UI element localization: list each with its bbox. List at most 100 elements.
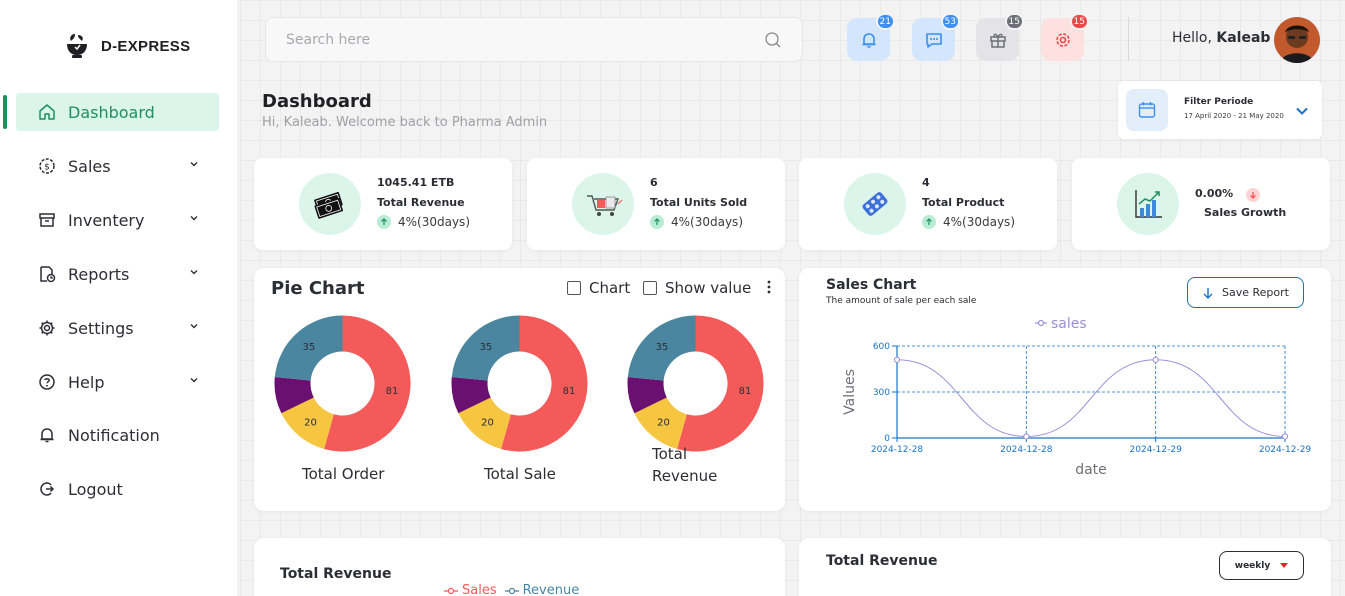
donut-slice-label: 35 [655,342,668,353]
y-tick-label: 300 [873,388,890,398]
checkbox-box[interactable] [567,281,581,295]
bell-icon [40,428,54,443]
report-icon [40,266,56,283]
calendar-icon-wrap [1126,89,1168,131]
checkbox-box[interactable] [643,281,657,295]
sales-chart-card: Sales Chart The amount of sale per each … [799,268,1331,511]
user-name: Kaleab [1216,30,1271,46]
gift-icon [989,33,1006,48]
donut-slice-label: 20 [481,417,494,428]
mortar-pestle-icon [67,34,87,58]
donut-label: Total Order [302,465,385,483]
legend-marker [1037,319,1045,327]
data-point[interactable] [1281,433,1289,440]
y-tick-label: 0 [884,434,890,444]
x-tick-label: 2024-12-29 [1259,445,1312,455]
sidebar-item-label: Dashboard [68,102,155,122]
stat-label: Total Revenue [377,196,465,209]
sidebar-item-label: Inventery [68,210,145,230]
messages-button[interactable]: 53 [912,13,960,61]
data-point[interactable] [1023,433,1030,440]
show-value-checkbox[interactable]: Show value [643,279,751,297]
page-title: Dashboard [262,91,372,112]
calendar-icon [1138,102,1156,118]
arrow-down-icon [1246,188,1260,202]
sidebar-item-label: Settings [68,318,134,338]
search-input[interactable] [286,31,764,48]
donut-chart-total-sale: 81 20 35 [451,315,588,452]
donut-slice-label: 81 [563,386,576,397]
x-axis-label: date [1075,462,1107,478]
brand-name: D-EXPRESS [101,37,191,55]
card-title: Pie Chart [271,278,365,299]
sidebar-item-inventory[interactable]: Inventery [16,201,219,239]
stat-value: 4 [922,176,930,189]
sales-line-chart: 0 300 600 2024-12-28 2024-12-28 2024-12-29 202… [842,316,1312,478]
cart-icon [587,195,623,216]
card-subtitle: The amount of sale per each sale [826,296,977,306]
message-icon [925,32,942,48]
stat-card-revenue: 1045.41 ETB Total Revenue 4%(30days) [254,158,512,250]
period-select[interactable]: weekly [1219,551,1304,580]
legend-marker-icon [504,587,519,594]
filter-title: Filter Periode [1184,97,1254,107]
sidebar-item-settings[interactable]: Settings [16,309,219,347]
stat-change: 4%(30days) [922,215,1015,229]
archive-icon [39,213,55,227]
card-title: Total Revenue [280,566,392,582]
filter-period-dropdown[interactable]: Filter Periode 17 April 2020 - 21 May 20… [1118,81,1322,139]
donut-label: Total Revenue [652,445,718,485]
legend-marker-icon [444,587,458,594]
chart-checkbox[interactable]: Chart [567,279,630,297]
sidebar-item-label: Reports [68,264,130,284]
donut-slice-label: 20 [657,417,670,428]
arrow-down-icon [1203,287,1213,299]
money-icon [314,191,344,219]
sidebar-item-label: Sales [68,156,111,176]
avatar[interactable] [1274,17,1320,63]
brand-logo[interactable]: D-EXPRESS [63,32,190,60]
logout-icon [40,482,55,496]
stat-value: 0.00% [1195,187,1234,200]
stat-card-sales-growth: 0.00% Sales Growth [1072,158,1330,250]
settings-button[interactable]: 15 [1041,13,1089,61]
caret-down-icon [1280,563,1289,568]
chart-legend[interactable]: sales [1035,316,1087,332]
donut-chart-total-revenue: 81 20 35 [627,315,764,452]
gifts-button[interactable]: 15 [976,13,1024,61]
sidebar: D-EXPRESS Dashboard $ Sales Inventery Re… [0,0,237,596]
save-report-button[interactable]: Save Report [1187,277,1304,308]
chevron-down-icon [190,162,198,167]
notifications-button[interactable]: 21 [847,13,895,61]
pie-chart-card: Pie Chart Chart Show value 81 20 35 81 20 35… [254,268,785,511]
donut-slice-label: 81 [386,386,399,397]
sidebar-item-reports[interactable]: Reports [16,255,219,293]
chevron-down-icon [190,216,198,221]
chevron-down-icon [190,270,198,275]
growth-chart-icon [1135,190,1162,218]
dollar-icon: $ [39,158,55,174]
gear-icon [39,320,55,336]
active-indicator [3,95,7,129]
chevron-down-icon [1296,107,1308,115]
chart-legend: Sales Revenue [444,583,579,596]
legend-item-revenue[interactable]: Revenue [504,583,579,596]
data-point[interactable] [1152,356,1159,363]
more-vertical-icon[interactable] [767,280,771,294]
search-icon[interactable] [764,31,782,49]
sidebar-item-notification[interactable]: Notification [16,416,219,454]
sidebar-item-dashboard[interactable]: Dashboard [16,93,219,131]
message-count-badge: 53 [940,13,960,30]
donut-slice-label: 35 [479,342,492,353]
sidebar-item-sales[interactable]: $ Sales [16,147,219,185]
legend-item-sales[interactable]: Sales [444,583,497,596]
stat-value: 6 [650,176,658,189]
svg-text:$: $ [44,163,50,173]
stat-label: Total Units Sold [650,196,748,209]
sidebar-item-help[interactable]: Help [16,363,219,401]
page-subtitle: Hi, Kaleab. Welcome back to Pharma Admin [262,115,548,130]
total-revenue-period-card: Total Revenue weekly [799,538,1331,596]
search-bar [265,17,803,62]
sidebar-item-logout[interactable]: Logout [16,470,219,508]
data-point[interactable] [893,356,901,363]
